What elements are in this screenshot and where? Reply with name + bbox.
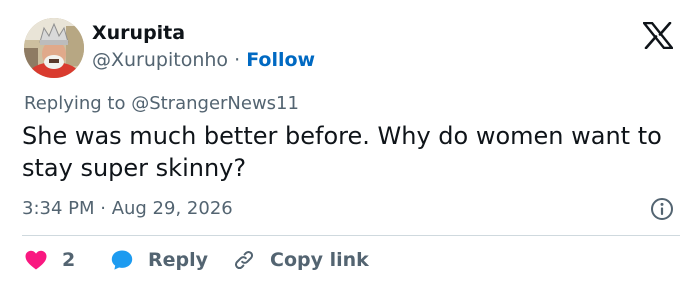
copy-link-button[interactable]: Copy link [232, 248, 369, 272]
separator: · [234, 49, 241, 71]
display-name[interactable]: Xurupita [92, 22, 185, 44]
timestamp[interactable]: 3:34 PM · Aug 29, 2026 [22, 198, 233, 219]
speech-bubble-icon [111, 250, 133, 270]
avatar[interactable] [24, 18, 84, 78]
reply-label: Reply [148, 249, 209, 271]
divider [22, 235, 680, 236]
reply-button[interactable]: Reply [110, 248, 208, 272]
like-count: 2 [62, 249, 76, 271]
follow-button[interactable]: Follow [246, 49, 315, 71]
x-logo-icon[interactable] [642, 21, 674, 50]
heart-icon [25, 250, 47, 270]
replying-to[interactable]: Replying to @StrangerNews11 [24, 93, 299, 114]
handle[interactable]: @Xurupitonho [92, 49, 228, 71]
like-button[interactable]: 2 [24, 248, 75, 272]
copy-link-label: Copy link [270, 249, 369, 271]
handle-row: @Xurupitonho · Follow [92, 49, 315, 71]
link-icon [234, 250, 254, 270]
info-icon[interactable] [650, 197, 674, 221]
tweet-text: She was much better before. Why do women… [22, 122, 662, 182]
avatar-photo [24, 18, 84, 78]
